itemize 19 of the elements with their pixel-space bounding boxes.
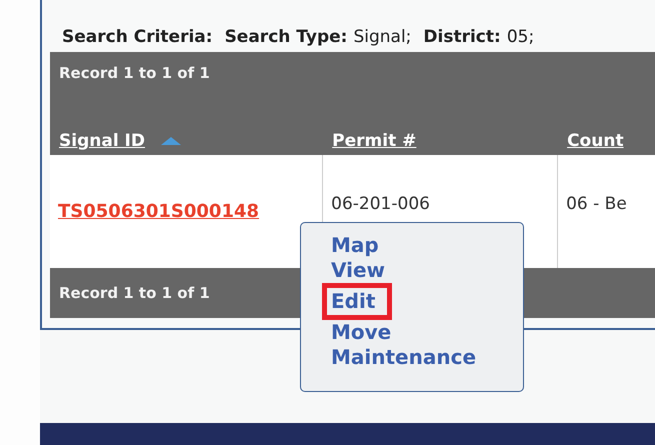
record-link[interactable]: TS0506301S000148: [58, 201, 260, 222]
column-header-link[interactable]: Permit #: [332, 131, 416, 151]
criteria-label: Search Criteria:: [62, 27, 213, 47]
criteria-key: Search Type:: [224, 27, 348, 47]
menu-item[interactable]: Move: [331, 320, 392, 345]
menu-item[interactable]: Edit: [322, 283, 392, 320]
record-count: Record 1 to 1 of 1: [58, 284, 211, 302]
sort-ascending-icon: [161, 137, 181, 145]
menu-item[interactable]: Maintenance: [331, 345, 476, 370]
menu-item[interactable]: View: [331, 258, 386, 283]
table-cell: 06 - Be: [566, 194, 627, 214]
record-count: Record 1 to 1 of 1: [58, 63, 211, 84]
criteria-value: 05;: [506, 27, 534, 47]
criteria-value: Signal;: [353, 27, 412, 47]
column-header-link[interactable]: Signal ID: [59, 131, 181, 151]
criteria-key: District:: [423, 27, 501, 47]
menu-item[interactable]: Map: [331, 233, 379, 258]
column-header-link[interactable]: Count: [567, 131, 624, 151]
table-cell: 06-201-006: [331, 194, 430, 214]
